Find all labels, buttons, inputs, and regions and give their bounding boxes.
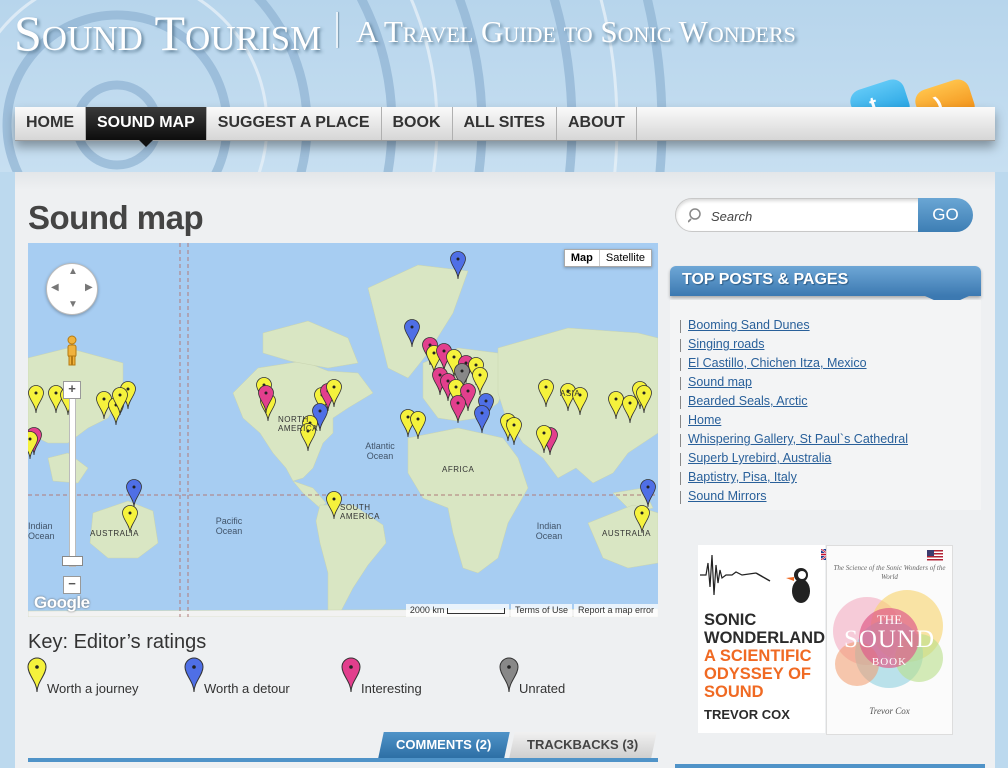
yellow-marker-icon <box>27 657 47 693</box>
search-field <box>675 198 923 232</box>
map-label-australia-left: AUSTRALIA <box>90 529 139 538</box>
us-flag-icon <box>927 550 943 561</box>
zoom-slider-track[interactable] <box>69 393 76 567</box>
search-form: GO <box>675 198 973 232</box>
map-label-indian-right: Indian Ocean <box>535 521 563 541</box>
nav-all-sites[interactable]: All Sites <box>453 107 557 140</box>
street-view-pegman-icon[interactable] <box>64 335 80 367</box>
page-title: Sound map <box>28 199 204 236</box>
map-terms-link[interactable]: Terms of Use <box>510 604 572 617</box>
map-label-south-america: SOUTH AMERICA <box>340 503 380 521</box>
post-link-booming-sand-dunes[interactable]: Booming Sand Dunes <box>680 318 908 337</box>
pink-marker-icon <box>341 657 361 693</box>
pan-up-icon[interactable]: ▲ <box>68 266 78 277</box>
sidebar-bottom-bar <box>675 764 985 768</box>
main-nav: Home Sound Map Suggest a place Book All … <box>15 107 995 147</box>
book-cover-the-sound-book[interactable]: The Science of the Sonic Wonders of the … <box>826 545 953 735</box>
map-label-africa: AFRICA <box>442 465 475 474</box>
pan-left-icon[interactable]: ◀ <box>51 282 59 293</box>
tab-trackbacks[interactable]: TRACKBACKS (3) <box>509 732 657 758</box>
top-posts-title: TOP POSTS & PAGES <box>682 271 849 288</box>
post-link-singing-roads[interactable]: Singing roads <box>680 337 908 356</box>
top-posts-list: Booming Sand Dunes Singing roads El Cast… <box>680 318 908 508</box>
post-link-sound-mirrors[interactable]: Sound Mirrors <box>680 489 908 508</box>
content-area: Sound map ASIA NORTH AMERICA Atlantic Oc… <box>15 172 995 768</box>
map-type-satellite-button[interactable]: Satellite <box>600 250 651 266</box>
map-type-control: Map Satellite <box>563 249 652 267</box>
sound-wave-puffin-icon <box>700 554 810 603</box>
nav-suggest-a-place[interactable]: Suggest a place <box>207 107 382 140</box>
zoom-out-button[interactable]: − <box>63 576 81 594</box>
post-link-bearded-seals[interactable]: Bearded Seals, Arctic <box>680 394 908 413</box>
pan-down-icon[interactable]: ▼ <box>68 299 78 310</box>
zoom-slider-thumb[interactable] <box>62 556 83 566</box>
zoom-in-button[interactable]: + <box>63 381 81 399</box>
blue-marker-icon <box>184 657 204 693</box>
map-type-map-button[interactable]: Map <box>565 250 600 266</box>
nav-book[interactable]: Book <box>382 107 453 140</box>
book-author-right: Trevor Cox <box>869 706 910 716</box>
map-label-indian-left: Indian Ocean <box>28 521 55 541</box>
tab-comments[interactable]: COMMENTS (2) <box>378 732 510 758</box>
post-link-home[interactable]: Home <box>680 413 908 432</box>
map-label-north-america: NORTH AMERICA <box>278 415 318 433</box>
world-map[interactable] <box>28 243 658 617</box>
pan-control[interactable]: ▲ ▼ ◀ ▶ <box>46 263 98 315</box>
search-input[interactable] <box>709 205 913 227</box>
post-link-el-castillo[interactable]: El Castillo, Chichen Itza, Mexico <box>680 356 908 375</box>
map-label-australia-right: AUSTRALIA <box>602 529 651 538</box>
comment-tabs: COMMENTS (2) TRACKBACKS (3) <box>28 732 658 768</box>
title-separator <box>336 12 338 48</box>
post-link-baptistry-pisa[interactable]: Baptistry, Pisa, Italy <box>680 470 908 489</box>
book-title-sound: SOUND <box>843 626 936 653</box>
map-label-asia: ASIA <box>560 389 581 398</box>
grey-marker-icon <box>499 657 519 693</box>
map-label-atlantic: Atlantic Ocean <box>365 441 395 461</box>
book-cover-sonic-wonderland[interactable]: SONIC WONDERLAND A SCIENTIFIC ODYSSEY OF… <box>698 545 837 733</box>
nav-home[interactable]: Home <box>15 107 86 140</box>
nav-sound-map[interactable]: Sound Map <box>86 107 207 147</box>
post-link-superb-lyrebird[interactable]: Superb Lyrebird, Australia <box>680 451 908 470</box>
site-tagline: A Travel Guide to Sonic Wonders <box>356 14 796 49</box>
book-promo[interactable]: SONIC WONDERLAND A SCIENTIFIC ODYSSEY OF… <box>698 545 953 735</box>
key-title: Key: Editor’s ratings <box>28 631 207 653</box>
google-logo: Google <box>34 593 90 612</box>
book-title-book: BOOK <box>871 656 908 668</box>
top-posts-header: TOP POSTS & PAGES <box>670 266 981 306</box>
map-footer: 2000 km Terms of Use Report a map error <box>404 604 658 617</box>
search-go-button[interactable]: GO <box>918 198 973 232</box>
search-icon <box>688 208 701 223</box>
book-subtitle-right: The Science of the Sonic Wonders of the … <box>833 564 946 581</box>
tab-underline <box>28 758 658 762</box>
map-label-pacific: Pacific Ocean <box>215 516 243 536</box>
book-subtitle-odyssey: A SCIENTIFIC ODYSSEY OF SOUND <box>704 647 812 701</box>
book-author-left: TREVOR COX <box>704 707 790 722</box>
site-title[interactable]: Sound Tourism <box>14 4 321 62</box>
post-link-sound-map[interactable]: Sound map <box>680 375 908 394</box>
pan-right-icon[interactable]: ▶ <box>85 282 93 293</box>
post-link-whispering-gallery[interactable]: Whispering Gallery, St Paul`s Cathedral <box>680 432 908 451</box>
map-report-error-link[interactable]: Report a map error <box>573 604 658 617</box>
sound-map[interactable]: ASIA NORTH AMERICA Atlantic Ocean AFRICA… <box>28 243 658 617</box>
map-scale: 2000 km <box>405 604 509 617</box>
nav-about[interactable]: About <box>557 107 637 140</box>
book-title-sonic-wonderland: SONIC WONDERLAND <box>704 611 825 647</box>
